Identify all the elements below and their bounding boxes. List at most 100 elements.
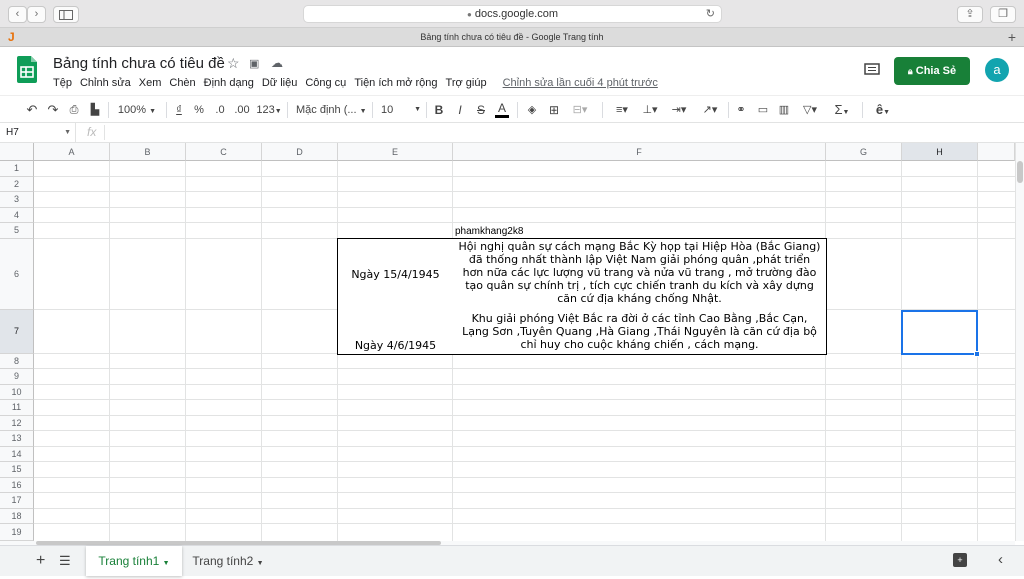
avatar[interactable]: a: [985, 58, 1009, 82]
row-header-11[interactable]: 11: [0, 400, 34, 416]
cell-f5[interactable]: phamkhang2k8: [455, 225, 575, 238]
explore-icon[interactable]: +: [953, 553, 967, 567]
menu-view[interactable]: Xem: [139, 77, 162, 89]
row-header-17[interactable]: 17: [0, 493, 34, 509]
insert-comment-icon[interactable]: ▭: [757, 100, 769, 120]
sheets-logo-icon[interactable]: [17, 56, 37, 83]
decrease-decimal-button[interactable]: .0: [212, 100, 228, 120]
selected-cell-h7[interactable]: [901, 310, 978, 355]
row-header-18[interactable]: 18: [0, 509, 34, 524]
input-tools-button[interactable]: ê▼: [870, 100, 896, 120]
vertical-scrollbar[interactable]: [1015, 143, 1024, 541]
column-header-g[interactable]: G: [826, 143, 902, 161]
cell-f6[interactable]: Hội nghị quân sự cách mạng Bắc Kỳ họp tạ…: [453, 238, 827, 311]
row-header-4[interactable]: 4: [0, 208, 34, 223]
all-sheets-icon[interactable]: ☰: [59, 553, 71, 569]
font-select[interactable]: Mặc định (... ▼: [296, 100, 368, 120]
row-header-10[interactable]: 10: [0, 385, 34, 400]
tabs-overview-button[interactable]: ❐: [990, 6, 1016, 23]
cloud-status-icon[interactable]: ☁: [271, 56, 283, 70]
increase-decimal-button[interactable]: .00: [232, 100, 252, 120]
column-header-d[interactable]: D: [262, 143, 338, 161]
undo-icon[interactable]: ↶: [25, 100, 39, 120]
row-header-12[interactable]: 12: [0, 416, 34, 431]
print-icon[interactable]: ⎙: [67, 100, 81, 120]
row-header-16[interactable]: 16: [0, 478, 34, 493]
select-all-corner[interactable]: [0, 143, 34, 161]
italic-button[interactable]: I: [455, 100, 465, 120]
redo-icon[interactable]: ↷: [46, 100, 60, 120]
cell-e6[interactable]: Ngày 15/4/1945: [337, 238, 454, 311]
column-header-b[interactable]: B: [110, 143, 186, 161]
row-header-2[interactable]: 2: [0, 177, 34, 192]
last-edit-link[interactable]: Chỉnh sửa lần cuối 4 phút trước: [503, 77, 658, 89]
comments-icon[interactable]: [864, 63, 880, 77]
forward-button[interactable]: ›: [27, 6, 46, 23]
row-header-1[interactable]: 1: [0, 161, 34, 177]
new-tab-button[interactable]: +: [1008, 28, 1016, 47]
row-header-14[interactable]: 14: [0, 447, 34, 462]
text-color-button[interactable]: A: [495, 100, 509, 118]
more-formats-button[interactable]: 123▼: [255, 100, 283, 120]
vertical-align-icon[interactable]: ⊥▾: [638, 100, 662, 120]
row-header-19[interactable]: 19: [0, 524, 34, 541]
filter-icon[interactable]: ▽▾: [798, 100, 822, 120]
strikethrough-button[interactable]: S: [476, 100, 486, 120]
percent-format-button[interactable]: %: [193, 100, 205, 120]
font-size-select[interactable]: 10 ▼: [381, 100, 421, 120]
back-button[interactable]: ‹: [8, 6, 27, 23]
menu-data[interactable]: Dữ liệu: [262, 77, 298, 89]
menu-extensions[interactable]: Tiện ích mở rộng: [354, 77, 437, 89]
share-button[interactable]: 🔒︎ Chia Sẻ: [894, 57, 970, 85]
menu-format[interactable]: Định dạng: [204, 77, 254, 89]
column-header-a[interactable]: A: [34, 143, 110, 161]
row-header-6[interactable]: 6: [0, 239, 34, 310]
chevron-left-icon[interactable]: ‹: [998, 551, 1003, 568]
column-header-i[interactable]: [978, 143, 1015, 161]
row-header-5[interactable]: 5: [0, 223, 34, 239]
merge-cells-icon[interactable]: ⊟▾: [570, 100, 590, 120]
address-bar[interactable]: ● docs.google.com ↻: [303, 5, 722, 23]
sidebar-button[interactable]: [53, 6, 79, 23]
sheet-tab-2[interactable]: Trang tính2 ▼: [183, 546, 273, 576]
borders-icon[interactable]: ⊞: [548, 100, 560, 120]
zoom-select[interactable]: 100% ▼: [117, 100, 157, 120]
spreadsheet-grid[interactable]: A B C D E F G H 1 2 3 4 5 6 7 8 9 10 11 …: [0, 143, 1015, 541]
text-rotation-icon[interactable]: ↗▾: [697, 100, 723, 120]
menu-file[interactable]: Tệp: [53, 77, 72, 89]
bold-button[interactable]: B: [434, 100, 444, 120]
column-header-f[interactable]: F: [453, 143, 826, 161]
row-header-9[interactable]: 9: [0, 369, 34, 385]
currency-format-button[interactable]: ₫: [173, 100, 185, 120]
menu-tools[interactable]: Công cụ: [305, 77, 346, 89]
column-header-c[interactable]: C: [186, 143, 262, 161]
fill-handle[interactable]: [974, 351, 980, 357]
paint-format-icon[interactable]: ▙: [88, 100, 102, 120]
insert-link-icon[interactable]: ⚭: [735, 100, 747, 120]
doc-title[interactable]: Bảng tính chưa có tiêu đề: [53, 55, 225, 72]
star-icon[interactable]: ☆: [227, 55, 240, 72]
share-page-button[interactable]: ⇪: [957, 6, 983, 23]
fill-color-icon[interactable]: ◈: [526, 100, 538, 120]
name-box[interactable]: H7 ▼: [0, 123, 76, 142]
insert-chart-icon[interactable]: ▥: [778, 100, 790, 120]
reload-icon[interactable]: ↻: [706, 6, 715, 23]
menu-edit[interactable]: Chỉnh sửa: [80, 77, 131, 89]
menu-help[interactable]: Trợ giúp: [446, 77, 487, 89]
horizontal-align-icon[interactable]: ≡▾: [610, 100, 634, 120]
cell-e7[interactable]: Ngày 4/6/1945: [337, 310, 454, 355]
sheet-tab-1[interactable]: Trang tính1 ▼: [86, 546, 182, 576]
row-header-7[interactable]: 7: [0, 310, 34, 354]
menu-insert[interactable]: Chèn: [169, 77, 195, 89]
column-header-h[interactable]: H: [902, 143, 978, 161]
move-folder-icon[interactable]: ▣: [249, 57, 259, 70]
add-sheet-button[interactable]: +: [36, 552, 45, 570]
functions-button[interactable]: Σ▼: [830, 100, 854, 120]
text-wrap-icon[interactable]: ⇥▾: [667, 100, 691, 120]
browser-tab-title[interactable]: Bảng tính chưa có tiêu đề - Google Trang…: [420, 32, 603, 42]
row-header-8[interactable]: 8: [0, 354, 34, 369]
column-header-e[interactable]: E: [338, 143, 453, 161]
vertical-scroll-thumb[interactable]: [1017, 161, 1023, 183]
row-header-13[interactable]: 13: [0, 431, 34, 447]
row-header-15[interactable]: 15: [0, 462, 34, 478]
